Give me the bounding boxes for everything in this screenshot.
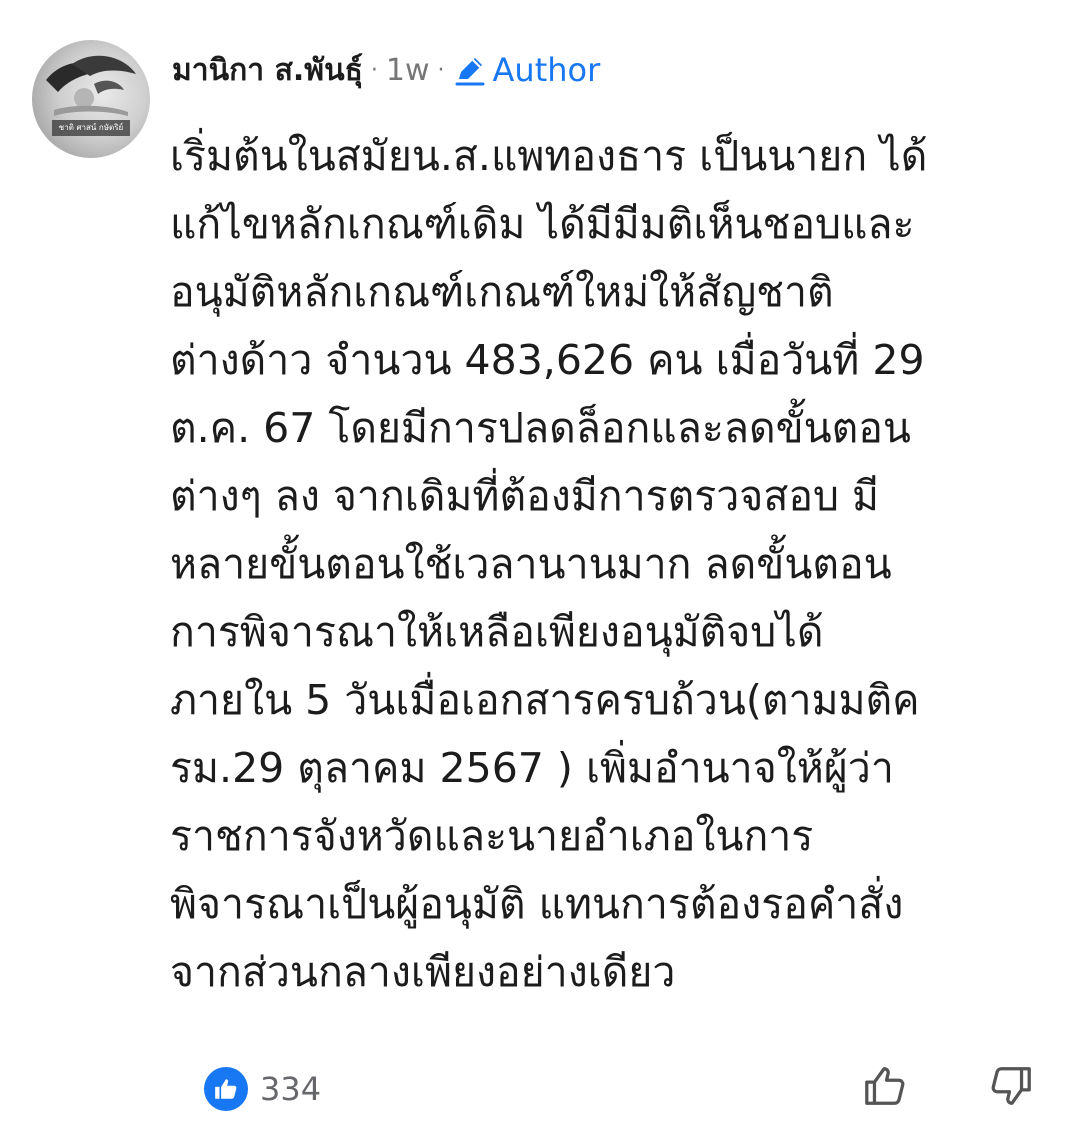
comment-time[interactable]: 1w: [386, 53, 430, 88]
comment-text: เริ่มต้นในสมัยน.ส.แพทองธาร เป็นนายก ได้ …: [170, 132, 928, 996]
author-name[interactable]: มานิกา ส.พันธุ์: [172, 47, 363, 94]
avatar-caption: ชาติ ศาสน์ กษัตริย์: [52, 120, 130, 136]
avatar-image: [46, 55, 136, 116]
author-badge: Author: [453, 51, 601, 89]
separator-dot: ·: [370, 57, 378, 83]
like-count: 334: [260, 1070, 322, 1108]
thumbs-down-outline-icon: [991, 1067, 1031, 1105]
upvote-button[interactable]: [860, 1060, 910, 1112]
avatar[interactable]: ชาติ ศาสน์ กษัตริย์: [32, 40, 150, 158]
thumbs-up-outline-icon: [865, 1067, 905, 1105]
thumbs-up-icon: [215, 1079, 237, 1099]
pencil-icon: [455, 58, 485, 86]
reaction-summary[interactable]: 334: [204, 1066, 321, 1112]
separator-dot: ·: [437, 57, 445, 83]
author-badge-label: Author: [492, 51, 601, 89]
like-reaction-icon: [204, 1067, 248, 1111]
downvote-button[interactable]: [986, 1060, 1036, 1112]
comment-header: มานิกา ส.พันธุ์ · 1w · Author: [172, 44, 600, 96]
